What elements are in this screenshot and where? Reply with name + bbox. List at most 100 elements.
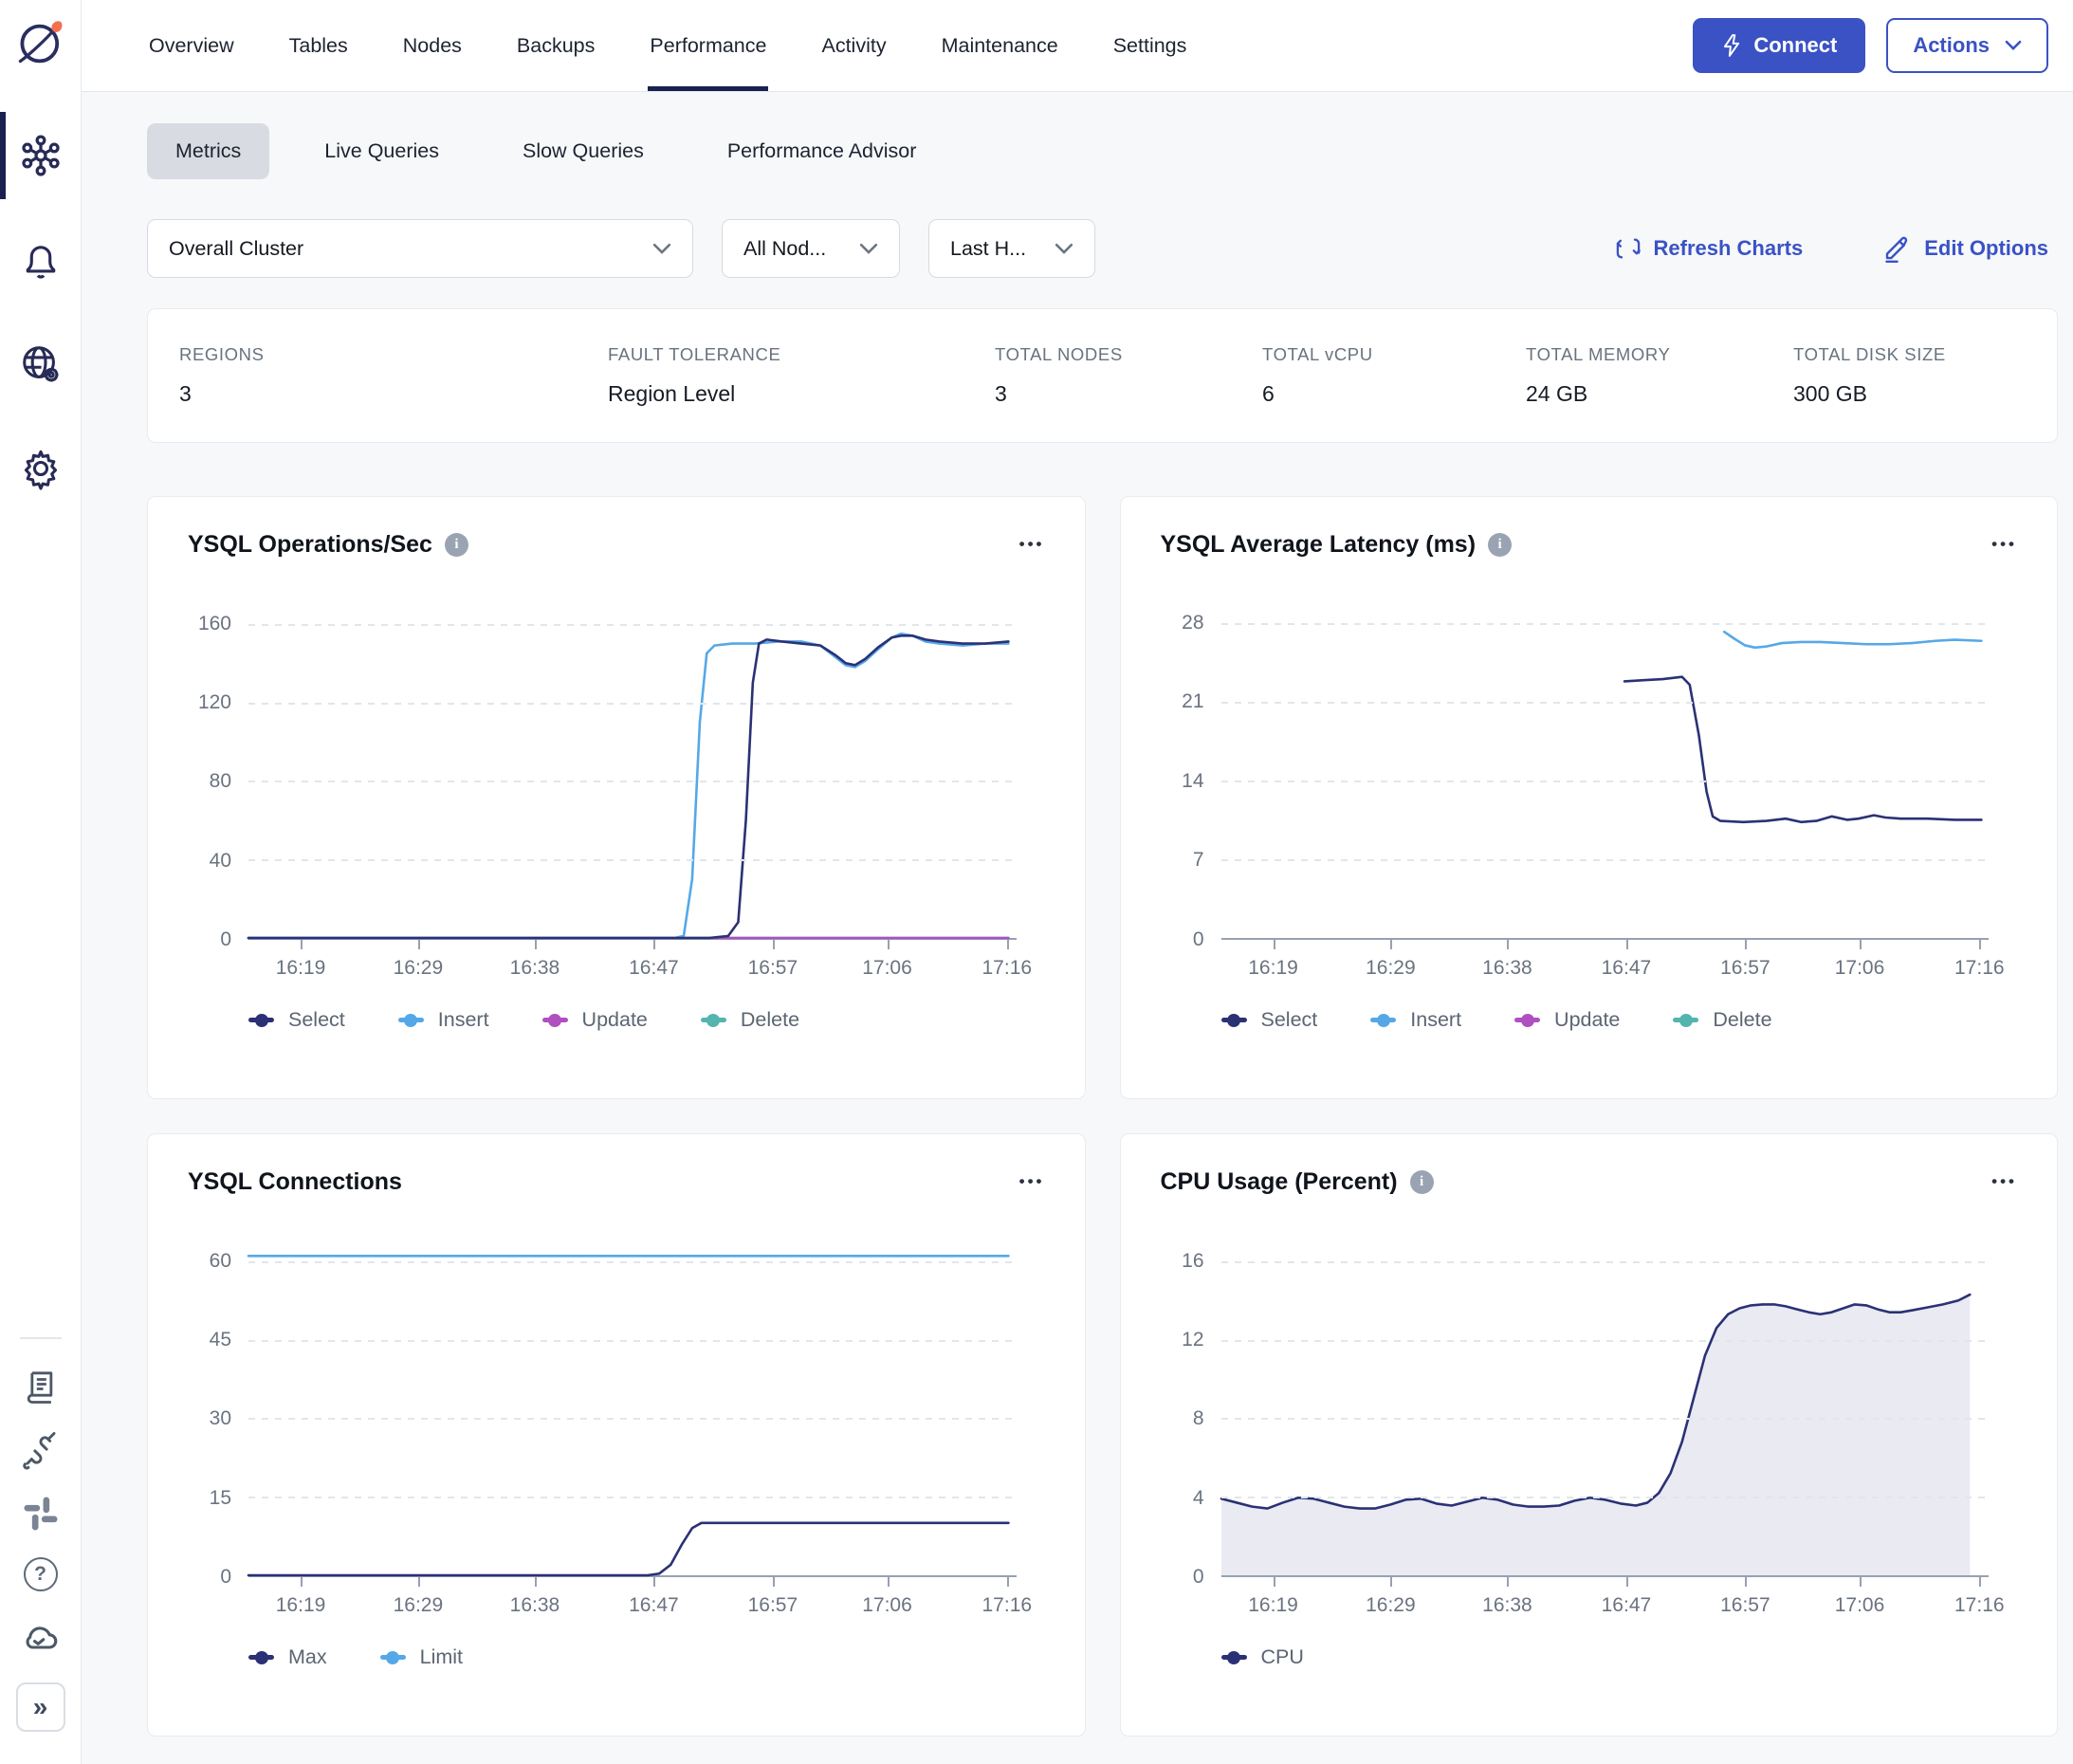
cluster-select-value: Overall Cluster — [169, 237, 635, 261]
subtab-performance-advisor[interactable]: Performance Advisor — [699, 123, 945, 179]
x-tick-label: 16:38 — [1482, 1594, 1532, 1617]
chart-menu-button[interactable]: ••• — [1019, 531, 1045, 554]
cluster-select[interactable]: Overall Cluster — [147, 219, 693, 278]
tab-settings[interactable]: Settings — [1111, 0, 1189, 91]
y-tick-label: 16 — [1182, 1250, 1203, 1273]
connect-button[interactable]: Connect — [1693, 18, 1865, 73]
y-tick-label: 21 — [1182, 690, 1203, 713]
x-tick-label: 16:47 — [1602, 1594, 1652, 1617]
x-tick-label: 17:06 — [1835, 1594, 1885, 1617]
sidebar-item-alerts[interactable] — [0, 216, 81, 303]
gridline — [1221, 1340, 1990, 1342]
edit-options-button[interactable]: Edit Options — [1882, 234, 2048, 263]
subtab-live-queries[interactable]: Live Queries — [296, 123, 468, 179]
info-icon[interactable]: i — [445, 533, 468, 557]
stat-value: 300 GB — [1793, 381, 2057, 407]
info-icon[interactable]: i — [1410, 1170, 1434, 1194]
chart-card-header: CPU Usage (Percent) i ••• — [1161, 1168, 2018, 1196]
chart-series-lines — [248, 1238, 1017, 1575]
app-logo[interactable] — [0, 0, 82, 87]
cloud-status-button[interactable] — [20, 1616, 62, 1658]
tab-tables[interactable]: Tables — [287, 0, 350, 91]
legend-item-delete[interactable]: Delete — [1673, 1008, 1771, 1032]
y-tick-label: 60 — [210, 1250, 231, 1273]
sidebar-item-clusters[interactable] — [0, 112, 81, 199]
y-axis-labels: 16012080400 — [188, 600, 248, 940]
y-tick-label: 30 — [210, 1407, 231, 1430]
legend-label: CPU — [1261, 1645, 1304, 1669]
filters-row: Overall Cluster All Nod... Last H... Ref… — [147, 219, 2048, 278]
plot-area — [248, 1238, 1017, 1577]
subtab-slow-queries[interactable]: Slow Queries — [494, 123, 672, 179]
globe-gear-icon — [19, 342, 63, 386]
x-tick-label: 17:06 — [1835, 957, 1885, 980]
stat-regions: REGIONS 3 — [179, 344, 608, 407]
subtab-metrics[interactable]: Metrics — [147, 123, 269, 179]
legend-item-limit[interactable]: Limit — [380, 1645, 463, 1669]
charts-grid: YSQL Operations/Sec i ••• 16012080400 16… — [147, 496, 2058, 1736]
legend-item-select[interactable]: Select — [1221, 1008, 1318, 1032]
y-tick-label: 4 — [1193, 1487, 1204, 1510]
chart-menu-button[interactable]: ••• — [1019, 1168, 1045, 1191]
stat-label: TOTAL MEMORY — [1526, 344, 1793, 365]
legend-item-update[interactable]: Update — [542, 1008, 648, 1032]
help-button[interactable]: ? — [24, 1557, 58, 1591]
legend-label: Max — [288, 1645, 327, 1669]
tab-performance[interactable]: Performance — [648, 0, 768, 91]
legend-item-select[interactable]: Select — [248, 1008, 345, 1032]
legend-item-delete[interactable]: Delete — [701, 1008, 799, 1032]
y-tick-label: 0 — [220, 928, 231, 951]
legend-marker — [248, 1018, 274, 1022]
sidebar-item-settings[interactable] — [0, 425, 81, 512]
actions-button[interactable]: Actions — [1886, 18, 2048, 73]
sidebar-divider — [20, 1337, 62, 1339]
legend-marker — [1514, 1018, 1540, 1022]
info-icon[interactable]: i — [1488, 533, 1512, 557]
gridline — [248, 703, 1017, 705]
tab-nodes[interactable]: Nodes — [401, 0, 464, 91]
stat-label: FAULT TOLERANCE — [608, 344, 995, 365]
tab-maintenance[interactable]: Maintenance — [940, 0, 1060, 91]
y-tick-label: 45 — [210, 1329, 231, 1351]
chart-menu-button[interactable]: ••• — [1991, 1168, 2017, 1191]
tab-backups[interactable]: Backups — [515, 0, 596, 91]
legend-item-update[interactable]: Update — [1514, 1008, 1620, 1032]
y-tick-label: 160 — [198, 613, 231, 635]
legend-item-insert[interactable]: Insert — [398, 1008, 489, 1032]
chevron-down-icon — [859, 243, 878, 255]
sidebar-item-network-access[interactable] — [0, 321, 81, 408]
nodes-select[interactable]: All Nod... — [722, 219, 900, 278]
chart-menu-button[interactable]: ••• — [1991, 531, 2017, 554]
tab-overview[interactable]: Overview — [147, 0, 236, 91]
x-axis-labels: 16:1916:2916:3816:4716:5717:0617:16 — [248, 940, 1017, 983]
chart-series-lines — [248, 600, 1017, 938]
sidebar-top-nav — [0, 112, 81, 512]
legend-marker — [380, 1655, 406, 1660]
sidebar: ? » — [0, 0, 82, 1764]
chart-title: YSQL Operations/Sec — [188, 531, 432, 559]
chevron-down-icon — [1055, 243, 1073, 255]
y-tick-label: 0 — [220, 1566, 231, 1589]
gridline — [248, 859, 1017, 861]
time-range-select[interactable]: Last H... — [928, 219, 1095, 278]
topbar-actions: Connect Actions — [1693, 18, 2048, 73]
plot-area — [1221, 600, 1990, 940]
legend-label: Insert — [1410, 1008, 1461, 1032]
legend-label: Limit — [420, 1645, 463, 1669]
legend-item-cpu[interactable]: CPU — [1221, 1645, 1304, 1669]
tab-activity[interactable]: Activity — [819, 0, 888, 91]
refresh-charts-button[interactable]: Refresh Charts — [1616, 235, 1804, 262]
sidebar-expand-button[interactable]: » — [16, 1682, 65, 1732]
y-axis-labels: 604530150 — [188, 1238, 248, 1577]
stat-total-disk-size: TOTAL DISK SIZE 300 GB — [1793, 344, 2057, 407]
integrations-button[interactable] — [21, 1430, 61, 1470]
slack-button[interactable] — [22, 1495, 60, 1533]
chart-series-lines — [1221, 600, 1990, 938]
top-navigation-bar: Overview Tables Nodes Backups Performance Act… — [82, 0, 2073, 92]
x-tick-label: 16:19 — [1248, 957, 1298, 980]
docs-button[interactable] — [22, 1368, 60, 1406]
legend-item-max[interactable]: Max — [248, 1645, 327, 1669]
gridline — [1221, 702, 1990, 704]
legend-item-insert[interactable]: Insert — [1370, 1008, 1461, 1032]
gridline — [248, 1261, 1017, 1263]
